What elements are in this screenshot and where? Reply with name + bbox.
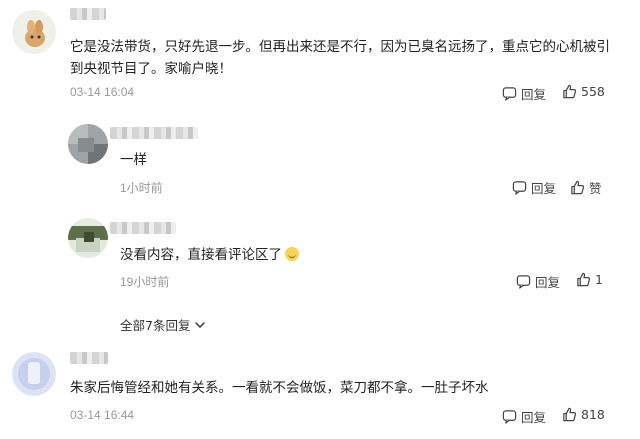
like-button[interactable]: 558 [562, 84, 605, 99]
smile-emoji-icon [285, 247, 299, 261]
avatar[interactable] [68, 124, 108, 164]
like-button[interactable]: 赞 [570, 178, 602, 197]
reply-button[interactable]: 回复 [502, 407, 546, 426]
reply-button[interactable]: 回复 [516, 272, 560, 291]
username-blurred[interactable] [70, 8, 106, 20]
reply-button[interactable]: 回复 [512, 178, 556, 197]
avatar-image [12, 10, 56, 54]
avatar[interactable] [12, 352, 56, 396]
reply-bubble-icon [502, 87, 517, 101]
comment-time: 03-14 16:44 [70, 408, 135, 422]
reply-label: 回复 [531, 181, 557, 196]
expand-replies-label: 全部7条回复 [120, 318, 191, 333]
like-count: 赞 [589, 181, 602, 196]
expand-replies-button[interactable]: 全部7条回复 [120, 315, 207, 334]
thumbs-up-icon [563, 407, 577, 422]
reply-button[interactable]: 回复 [502, 84, 546, 103]
comment-text: 朱家后悔管经和她有关系。一看就不会做饭，菜刀都不拿。一肚子坏水 [70, 380, 489, 396]
reply-label: 回复 [521, 87, 547, 102]
thumbs-up-icon [563, 84, 577, 99]
comment-text-content: 没看内容，直接看评论区了 [120, 247, 282, 263]
thumbs-up-icon [577, 272, 591, 287]
reply-bubble-icon [516, 275, 531, 289]
avatar-image [12, 352, 56, 396]
comment-time: 19小时前 [120, 275, 170, 289]
comment-time: 03-14 16:04 [70, 85, 135, 99]
avatar[interactable] [12, 10, 56, 54]
like-count: 1 [595, 272, 603, 287]
reply-bubble-icon [502, 410, 517, 424]
like-count: 558 [581, 84, 605, 99]
thumbs-up-icon [571, 180, 585, 195]
comment-text: 它是没法带货，只好先退一步。但再出来还是不行，因为已臭名远扬了，重点它的心机被引… [70, 39, 610, 77]
username-blurred[interactable] [110, 127, 198, 139]
reply-label: 回复 [535, 275, 561, 290]
avatar[interactable] [68, 218, 108, 258]
reply-label: 回复 [521, 410, 547, 425]
comment-time: 1小时前 [120, 181, 163, 195]
comment-text: 没看内容，直接看评论区了 [120, 244, 299, 266]
reply-bubble-icon [512, 181, 527, 195]
like-button[interactable]: 818 [562, 407, 605, 422]
like-count: 818 [581, 407, 605, 422]
chevron-down-icon [195, 321, 206, 328]
username-blurred[interactable] [70, 352, 108, 364]
comment-text: 一样 [120, 152, 147, 168]
username-blurred[interactable] [110, 222, 176, 234]
avatar-image [68, 218, 108, 258]
like-button[interactable]: 1 [576, 272, 603, 287]
avatar-image [68, 124, 108, 164]
